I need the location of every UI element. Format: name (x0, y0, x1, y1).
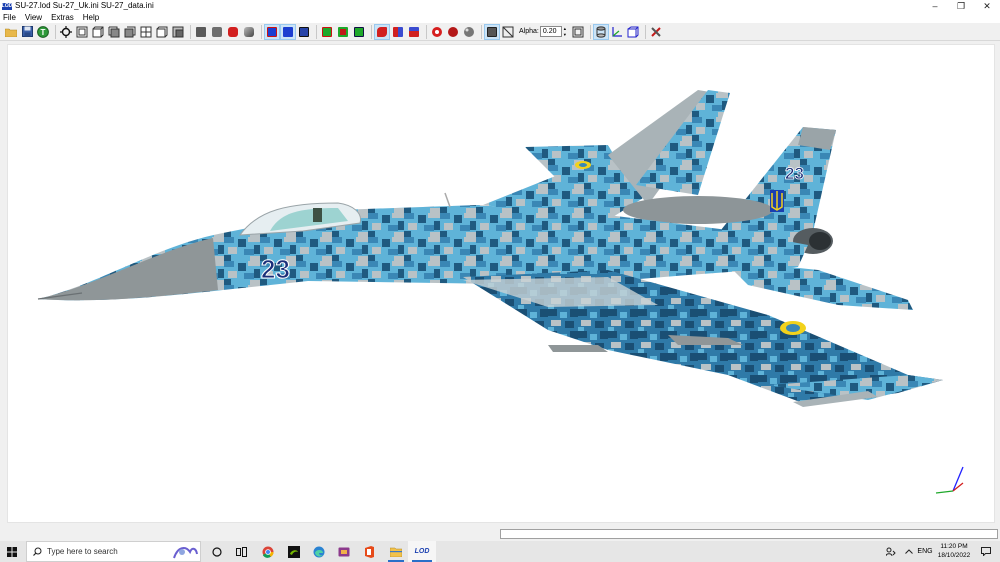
stabilizer-near (723, 260, 913, 310)
minimize-button[interactable]: – (922, 0, 948, 12)
title-bar[interactable]: LOD SU-27.lod Su-27_Uk.ini SU-27_data.in… (0, 0, 1000, 12)
system-clock[interactable]: 11:20 PM 18/10/2022 (931, 542, 977, 561)
lod-viewer-taskbar-button[interactable]: LOD (408, 541, 436, 562)
display-solid-icon[interactable] (280, 23, 296, 40)
zoom-fit-icon[interactable] (59, 25, 73, 39)
clock-date: 18/10/2022 (937, 552, 971, 559)
nvidia-icon[interactable] (282, 541, 306, 562)
shade-solid-icon[interactable] (194, 25, 208, 39)
app-logo-icon: LOD (1, 2, 13, 10)
bounding-box-icon[interactable] (571, 25, 585, 39)
clock-time: 11:20 PM (940, 543, 968, 550)
open-folder-icon[interactable] (4, 25, 18, 39)
shade-smooth-icon[interactable] (242, 25, 256, 39)
mesh-red-2-icon[interactable] (391, 25, 405, 39)
cylinder-icon[interactable] (592, 23, 609, 40)
menu-help[interactable]: Help (83, 12, 99, 23)
aircraft-tail-number: 23 (785, 164, 804, 183)
taskbar: Type here to search LOD ENG 11:20 PM 18/… (0, 541, 1000, 562)
pilot (313, 208, 322, 222)
axis-gizmo (935, 466, 964, 494)
lod-green-1-icon[interactable] (320, 25, 334, 39)
search-highlight-icon (173, 547, 198, 559)
menu-view[interactable]: View (25, 12, 42, 23)
menu-bar: File View Extras Help (0, 12, 1000, 23)
save-icon[interactable] (20, 25, 34, 39)
window-title: SU-27.lod Su-27_Uk.ini SU-27_data.ini (15, 1, 154, 10)
alpha-label: Alpha: (519, 28, 539, 35)
3d-viewport[interactable]: 23 23 (7, 44, 995, 523)
edge-icon[interactable] (307, 541, 331, 562)
aircraft-side-number: 23 (261, 254, 290, 284)
menu-file[interactable]: File (3, 12, 16, 23)
widgets-icon[interactable] (229, 541, 253, 562)
status-bar (0, 527, 1000, 541)
restore-button[interactable]: ❐ (948, 0, 974, 12)
alpha-cube-icon[interactable] (484, 23, 500, 40)
search-placeholder: Type here to search (47, 547, 118, 556)
lod-green-3-icon[interactable] (352, 25, 366, 39)
menu-extras[interactable]: Extras (51, 12, 74, 23)
lod-green-2-icon[interactable] (336, 25, 350, 39)
status-field (500, 529, 998, 539)
shade-flat-icon[interactable] (210, 25, 224, 39)
chevron-up-icon[interactable] (902, 541, 916, 562)
alpha-spinner[interactable]: ▲ ▼ (563, 26, 568, 37)
view-back-icon[interactable] (91, 25, 105, 39)
close-button[interactable]: ✕ (974, 0, 1000, 12)
light-red-icon[interactable] (430, 25, 444, 39)
view-top-icon[interactable] (139, 25, 153, 39)
view-iso-icon[interactable] (171, 25, 185, 39)
axes-icon[interactable] (610, 25, 624, 39)
aircraft-render: 23 23 (37, 90, 964, 494)
view-left-icon[interactable] (107, 25, 121, 39)
app-purple-icon[interactable] (332, 541, 356, 562)
lod-viewer-window: LOD SU-27.lod Su-27_Uk.ini SU-27_data.in… (0, 0, 1000, 562)
texture-icon[interactable]: T (36, 25, 50, 39)
display-mixed-icon[interactable] (297, 25, 311, 39)
transparency-icon[interactable] (501, 25, 515, 39)
view-right-icon[interactable] (123, 25, 137, 39)
light-dark-icon[interactable] (446, 25, 460, 39)
display-wire-icon[interactable] (264, 23, 280, 40)
view-bottom-icon[interactable] (155, 25, 169, 39)
people-icon[interactable] (883, 541, 899, 562)
tools-icon[interactable] (649, 25, 663, 39)
taskbar-search-box[interactable]: Type here to search (26, 541, 201, 562)
chrome-icon[interactable] (256, 541, 280, 562)
file-explorer-icon[interactable] (384, 541, 408, 562)
search-icon (33, 547, 42, 556)
box-view-icon[interactable] (626, 25, 640, 39)
alpha-input[interactable]: 0.20 (539, 26, 562, 37)
trident-emblem (770, 190, 784, 212)
spin-down-icon[interactable]: ▼ (563, 32, 568, 37)
office-icon[interactable] (357, 541, 381, 562)
nose-cone (38, 238, 218, 301)
task-view-icon[interactable] (205, 541, 229, 562)
mesh-red-3-icon[interactable] (407, 25, 421, 39)
view-front-icon[interactable] (75, 25, 89, 39)
light-grey-icon[interactable] (462, 25, 476, 39)
spin-up-icon[interactable]: ▲ (563, 26, 568, 31)
svg-text:T: T (41, 28, 46, 37)
lod-app-icon: LOD (414, 548, 430, 555)
mesh-red-1-icon[interactable] (374, 23, 390, 40)
notifications-icon[interactable] (978, 541, 994, 562)
windows-start-icon[interactable] (0, 541, 24, 562)
shade-red-icon[interactable] (226, 25, 240, 39)
toolbar: T Alpha: 0.20 ▲ ▼ (0, 23, 1000, 41)
window-controls: – ❐ ✕ (922, 0, 1000, 12)
